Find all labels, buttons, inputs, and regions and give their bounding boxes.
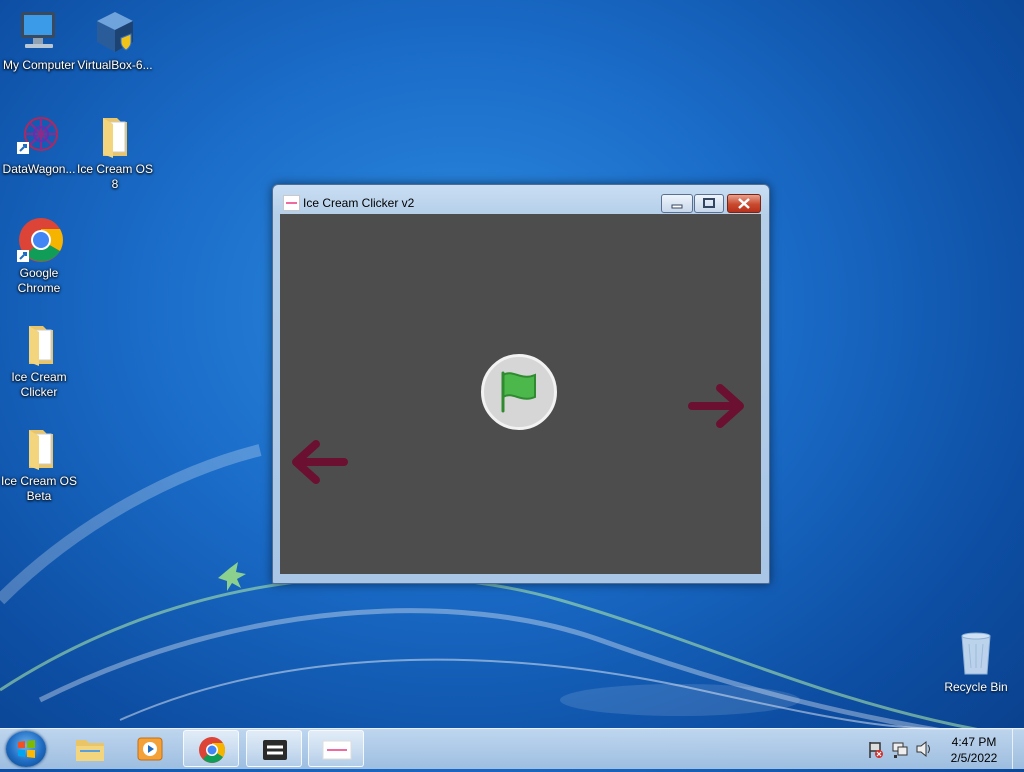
chrome-icon (17, 218, 63, 262)
desktop-icon-ice-cream-os-8[interactable]: Ice Cream OS 8 (76, 112, 154, 192)
close-icon (738, 198, 750, 209)
desktop-icon-label: Ice Cream OS 8 (76, 162, 154, 191)
taskbar-ice-cream-clicker-button[interactable] (308, 730, 364, 767)
desktop-icon-label: My Computer (2, 58, 76, 72)
datawagon-icon (17, 117, 58, 154)
virtualbox-icon (97, 12, 133, 52)
desktop-icon-recycle-bin[interactable]: Recycle Bin (940, 630, 1012, 694)
chrome-icon (199, 737, 226, 763)
app-icon (283, 195, 300, 211)
green-flag-icon (501, 371, 536, 413)
close-button[interactable] (727, 194, 761, 213)
desktop-icon-label: Google Chrome (17, 266, 61, 295)
clock-date: 2/5/2022 (950, 751, 998, 765)
volume-icon[interactable] (914, 729, 934, 769)
desktop-icon-ice-cream-os-beta[interactable]: Ice Cream OS Beta (0, 424, 78, 504)
taskbar-app-button[interactable] (246, 730, 302, 767)
clock-time: 4:47 PM (951, 735, 997, 749)
folder-icon (29, 430, 53, 470)
folder-icon (103, 118, 127, 158)
windows-logo-icon (18, 740, 35, 758)
action-center-flag-icon[interactable] (866, 729, 886, 769)
desktop-icon-datawagon[interactable]: DataWagon... (0, 112, 78, 177)
desktop-icon-google-chrome[interactable]: Google Chrome (0, 216, 78, 296)
network-icon[interactable] (890, 729, 910, 769)
app-icon (263, 740, 287, 760)
left-arrow-icon[interactable] (288, 438, 348, 486)
taskbar-chrome-button[interactable] (183, 730, 239, 767)
desktop-icon-label: Ice Cream Clicker (11, 370, 67, 399)
start-button[interactable] (6, 731, 46, 767)
desktop-icon-label: VirtualBox-6... (77, 58, 153, 72)
desktop-icon-my-computer[interactable]: My Computer (0, 8, 78, 73)
taskbar-clock[interactable]: 4:47 PM 2/5/2022 (940, 734, 1008, 766)
folder-icon (76, 740, 104, 761)
desktop-icon-ice-cream-clicker[interactable]: Ice Cream Clicker (0, 320, 78, 400)
taskbar: 4:47 PM 2/5/2022 (0, 728, 1024, 769)
right-arrow-icon[interactable] (688, 382, 748, 430)
app-window[interactable]: Ice Cream Clicker v2 (272, 184, 770, 584)
maximize-button[interactable] (694, 194, 724, 213)
game-canvas[interactable] (280, 214, 761, 574)
show-desktop-button[interactable] (1012, 729, 1024, 769)
desktop-icon-label: Ice Cream OS Beta (0, 474, 78, 503)
start-flag-button[interactable] (481, 354, 557, 430)
desktop-icon-label: DataWagon... (2, 162, 76, 176)
taskbar-explorer-button[interactable] (62, 730, 118, 767)
recycle-bin-label: Recycle Bin (944, 680, 1008, 694)
computer-icon (21, 12, 55, 48)
folder-icon (29, 326, 53, 366)
minimize-icon (671, 204, 683, 209)
minimize-button[interactable] (661, 194, 693, 213)
maximize-icon (703, 198, 715, 208)
media-player-icon (137, 737, 163, 761)
pink-app-icon (322, 740, 352, 760)
taskbar-media-player-button[interactable] (122, 730, 178, 767)
recycle-bin-icon (961, 632, 991, 675)
desktop-icon-virtualbox[interactable]: VirtualBox-6... (76, 8, 154, 73)
window-title: Ice Cream Clicker v2 (303, 196, 415, 210)
